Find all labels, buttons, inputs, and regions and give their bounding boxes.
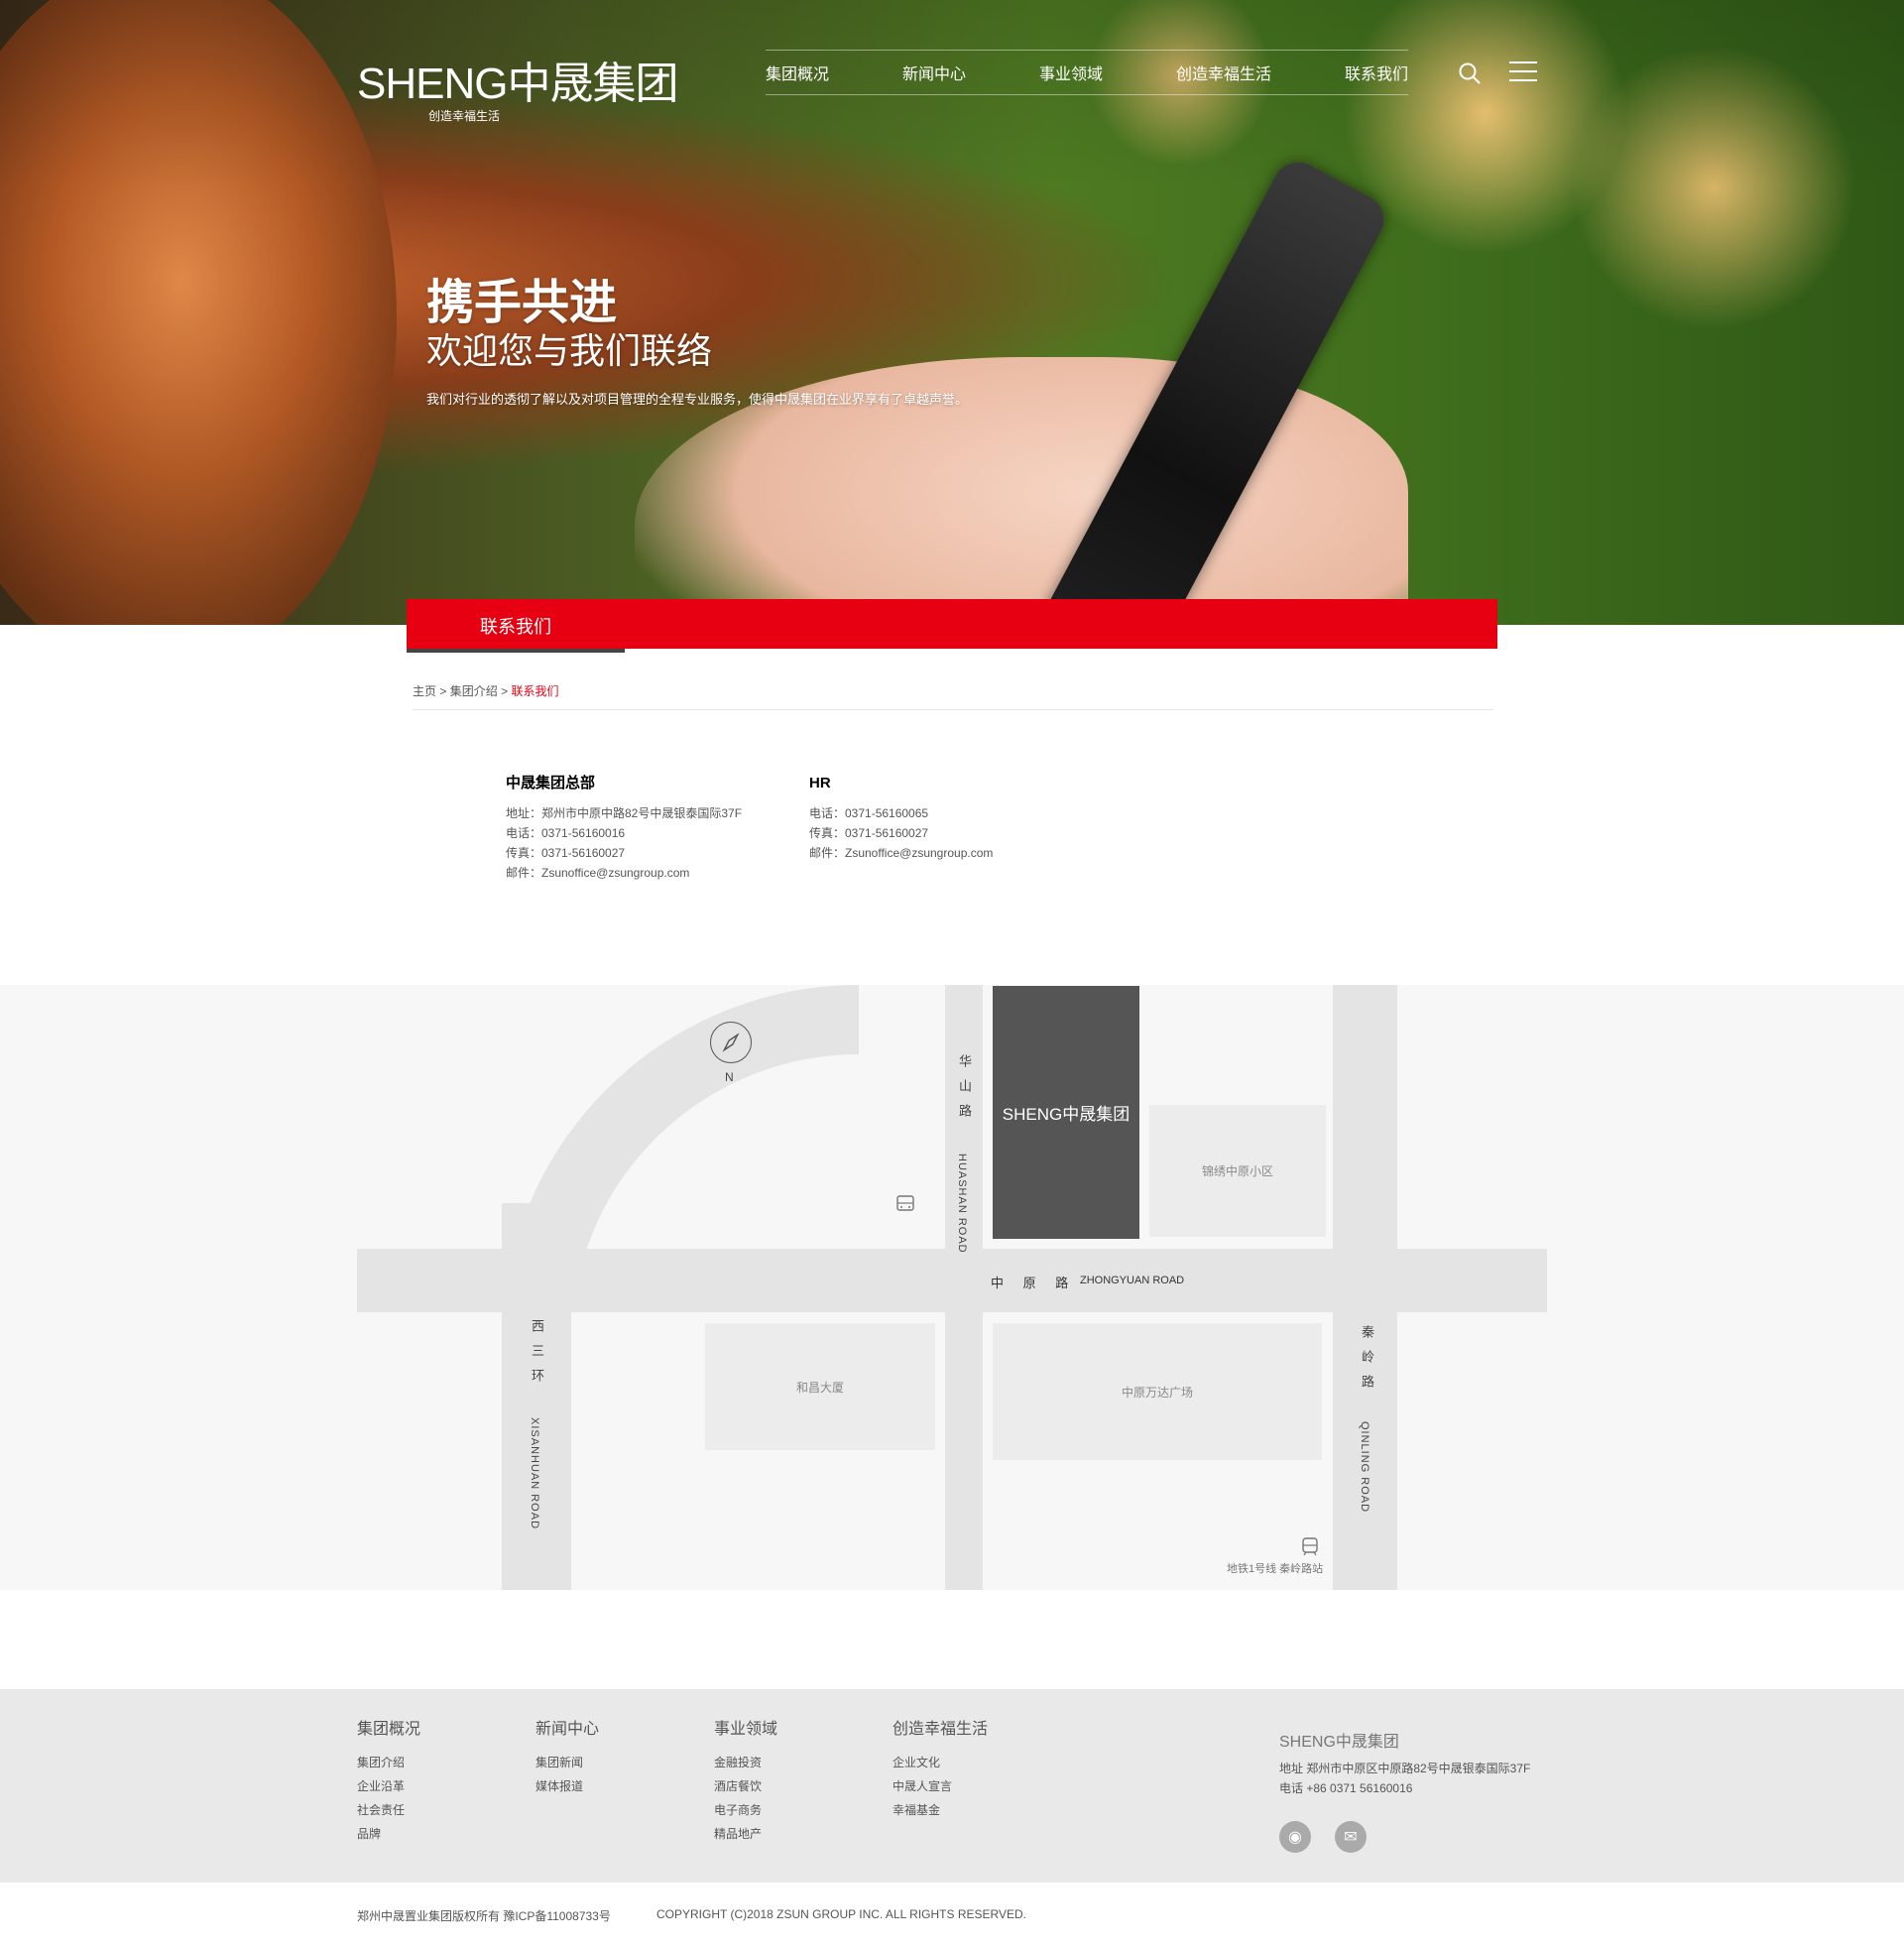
footer-col-news: 新闻中心 集团新闻 媒体报道 (536, 1715, 599, 1798)
label-huashan-en: HUASHAN ROAD (956, 1154, 968, 1254)
label-xisanhuan-en: XISANHUAN ROAD (529, 1417, 540, 1530)
footer-col-business: 事业领域 金融投资 酒店餐饮 电子商务 精品地产 (714, 1715, 777, 1846)
location-map: N 华山路 HUASHAN ROAD SHENG中晟集团 锦绣中原小区 中 原 … (0, 985, 1904, 1590)
main-nav: 集团概况 新闻中心 事业领域 创造幸福生活 联系我们 (766, 50, 1408, 95)
breadcrumb: 主页 > 集团介绍 > 联系我们 (413, 682, 1493, 710)
footer-link[interactable]: 精品地产 (714, 1822, 777, 1846)
footer-link[interactable]: 集团新闻 (536, 1751, 599, 1774)
compass-icon (710, 1022, 752, 1063)
nav-item-overview[interactable]: 集团概况 (766, 61, 829, 84)
block-wanda: 中原万达广场 (993, 1323, 1322, 1460)
contact-phone: 电话：0371-56160016 (506, 826, 626, 840)
footer-col-title[interactable]: 新闻中心 (536, 1715, 599, 1739)
metro-label: 地铁1号线 秦岭路站 (1227, 1563, 1324, 1575)
site-logo[interactable]: SHENG中晟集团 创造幸福生活 (357, 48, 678, 124)
hero-title: 携手共进 (426, 277, 618, 329)
footer-link[interactable]: 幸福基金 (892, 1798, 988, 1822)
label-qinling-en: QINLING ROAD (1359, 1421, 1370, 1514)
footer-link[interactable]: 金融投资 (714, 1751, 777, 1774)
contact-title: HR (809, 775, 831, 792)
label-xisanhuan: 西三环 (530, 1319, 544, 1394)
footer-link[interactable]: 企业沿革 (357, 1774, 420, 1798)
bus-stop-icon (896, 1195, 914, 1211)
hq-building[interactable]: SHENG中晟集团 (993, 986, 1139, 1239)
footer-link[interactable]: 电子商务 (714, 1798, 777, 1822)
block-jinxiu: 锦绣中原小区 (1149, 1105, 1326, 1237)
footer-col-overview: 集团概况 集团介绍 企业沿革 社会责任 品牌 (357, 1715, 420, 1846)
hero-banner: SHENG中晟集团 创造幸福生活 集团概况 新闻中心 事业领域 创造幸福生活 联… (0, 0, 1904, 625)
breadcrumb-home[interactable]: 主页 (413, 684, 436, 698)
footer-phone: 电话 +86 0371 56160016 (1279, 1781, 1413, 1795)
label-zhongyuan-en: ZHONGYUAN ROAD (1080, 1275, 1185, 1286)
contact-address: 地址：郑州市中原中路82号中晟银泰国际37F (506, 806, 743, 820)
copyright-text: COPYRIGHT (C)2018 ZSUN GROUP INC. ALL RI… (656, 1907, 1026, 1921)
menu-icon[interactable] (1509, 61, 1537, 83)
footer-info: SHENG中晟集团 地址 郑州市中原区中原路82号中晟银泰国际37F 电话 +8… (1279, 1733, 1530, 1798)
block-hechang: 和昌大厦 (705, 1323, 935, 1450)
contact-hq: 中晟集团总部 地址：郑州市中原中路82号中晟银泰国际37F 电话：0371-56… (506, 774, 742, 883)
icp-text: 郑州中晟置业集团版权所有 豫ICP备11008733号 (357, 1909, 611, 1923)
footer-link[interactable]: 酒店餐饮 (714, 1774, 777, 1798)
label-zhongyuan: 中 原 路 (991, 1276, 1077, 1290)
nav-item-happy-life[interactable]: 创造幸福生活 (1176, 61, 1271, 84)
road-zhongyuan (357, 1249, 1547, 1312)
footer-link[interactable]: 企业文化 (892, 1751, 988, 1774)
footer-link[interactable]: 中晟人宣言 (892, 1774, 988, 1798)
weibo-icon[interactable]: ◉ (1279, 1821, 1311, 1853)
nav-item-news[interactable]: 新闻中心 (902, 61, 966, 84)
hero-description: 我们对行业的透彻了解以及对项目管理的全程专业服务，使得中晟集团在业界享有了卓越声… (426, 392, 969, 407)
footer-col-title[interactable]: 集团概况 (357, 1715, 420, 1739)
footer-col-title[interactable]: 创造幸福生活 (892, 1715, 988, 1739)
contact-phone: 电话：0371-56160065 (809, 806, 929, 820)
section-tab-bar: 联系我们 (407, 599, 1497, 653)
footer-link[interactable]: 社会责任 (357, 1798, 420, 1822)
label-qinling: 秦岭路 (1360, 1325, 1374, 1400)
search-icon[interactable] (1458, 61, 1482, 85)
footer: 集团概况 集团介绍 企业沿革 社会责任 品牌 新闻中心 集团新闻 媒体报道 事业… (0, 1689, 1904, 1883)
contact-title: 中晟集团总部 (506, 775, 596, 792)
footer-address: 地址 郑州市中原区中原路82号中晟银泰国际37F (1279, 1762, 1531, 1775)
footer-logo: SHENG中晟集团 (1279, 1734, 1399, 1751)
footer-col-happy-life: 创造幸福生活 企业文化 中晟人宣言 幸福基金 (892, 1715, 988, 1822)
footer-col-title[interactable]: 事业领域 (714, 1715, 777, 1739)
breadcrumb-current: 联系我们 (511, 684, 559, 698)
hero-text: 携手共进 欢迎您与我们联络 我们对行业的透彻了解以及对项目管理的全程专业服务，使… (426, 276, 968, 408)
tab-contact[interactable]: 联系我们 (480, 613, 551, 639)
footer-link[interactable]: 品牌 (357, 1822, 420, 1846)
contact-fax: 传真：0371-56160027 (506, 846, 626, 860)
nav-item-contact[interactable]: 联系我们 (1345, 61, 1408, 84)
hero-subtitle: 欢迎您与我们联络 (426, 330, 713, 371)
wechat-icon[interactable]: ✉ (1335, 1821, 1367, 1853)
breadcrumb-parent[interactable]: 集团介绍 (450, 684, 498, 698)
contact-email[interactable]: 邮件：Zsunoffice@zsungroup.com (506, 863, 742, 883)
contact-hr: HR 电话：0371-56160065 传真：0371-56160027 邮件：… (809, 774, 993, 863)
nav-item-business[interactable]: 事业领域 (1039, 61, 1103, 84)
label-huashan: 华山路 (957, 1054, 972, 1129)
logo-text: SHENG中晟集团 (357, 60, 678, 108)
page: SHENG中晟集团 创造幸福生活 集团概况 新闻中心 事业领域 创造幸福生活 联… (0, 0, 1904, 1949)
compass-label: N (725, 1070, 734, 1084)
contact-fax: 传真：0371-56160027 (809, 826, 929, 840)
contact-email[interactable]: 邮件：Zsunoffice@zsungroup.com (809, 843, 993, 863)
footer-link[interactable]: 媒体报道 (536, 1774, 599, 1798)
hq-label: SHENG中晟集团 (1002, 1105, 1130, 1124)
metro-icon (1302, 1537, 1318, 1556)
footer-link[interactable]: 集团介绍 (357, 1751, 420, 1774)
